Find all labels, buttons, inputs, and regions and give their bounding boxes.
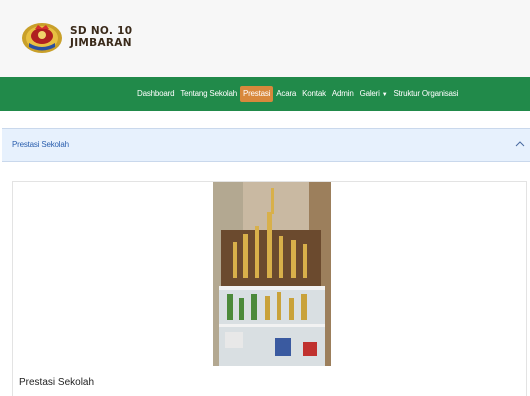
nav-item-kontak[interactable]: Kontak	[299, 86, 329, 102]
main-navbar: Dashboard Tentang Sekolah Prestasi Acara…	[0, 77, 530, 111]
brand-line-2: JIMBARAN	[70, 37, 132, 49]
site-header: SD NO. 10 JIMBARAN	[0, 0, 530, 77]
nav-item-galeri[interactable]: Galeri ▼	[357, 86, 391, 102]
nav-menu: Dashboard Tentang Sekolah Prestasi Acara…	[134, 86, 461, 102]
nav-item-admin[interactable]: Admin	[329, 86, 357, 102]
image-caption: Prestasi Sekolah	[19, 377, 95, 388]
nav-item-acara[interactable]: Acara	[273, 86, 299, 102]
nav-item-struktur-organisasi[interactable]: Struktur Organisasi	[390, 86, 461, 102]
spacer	[0, 111, 530, 128]
nav-item-tentang-sekolah[interactable]: Tentang Sekolah	[177, 86, 240, 102]
nav-item-dashboard[interactable]: Dashboard	[134, 86, 177, 102]
nav-item-prestasi[interactable]: Prestasi	[239, 86, 274, 102]
school-logo[interactable]	[21, 21, 63, 55]
nav-item-galeri-label: Galeri	[359, 89, 380, 98]
trophy-photo	[213, 182, 331, 366]
accordion-title: Prestasi Sekolah	[12, 140, 69, 149]
accordion-header[interactable]: Prestasi Sekolah	[2, 128, 530, 162]
brand-line-1: SD NO. 10	[70, 25, 133, 37]
caret-down-icon: ▼	[381, 92, 388, 98]
brand-name[interactable]: SD NO. 10 JIMBARAN	[70, 25, 132, 49]
chevron-up-icon[interactable]	[514, 138, 526, 150]
